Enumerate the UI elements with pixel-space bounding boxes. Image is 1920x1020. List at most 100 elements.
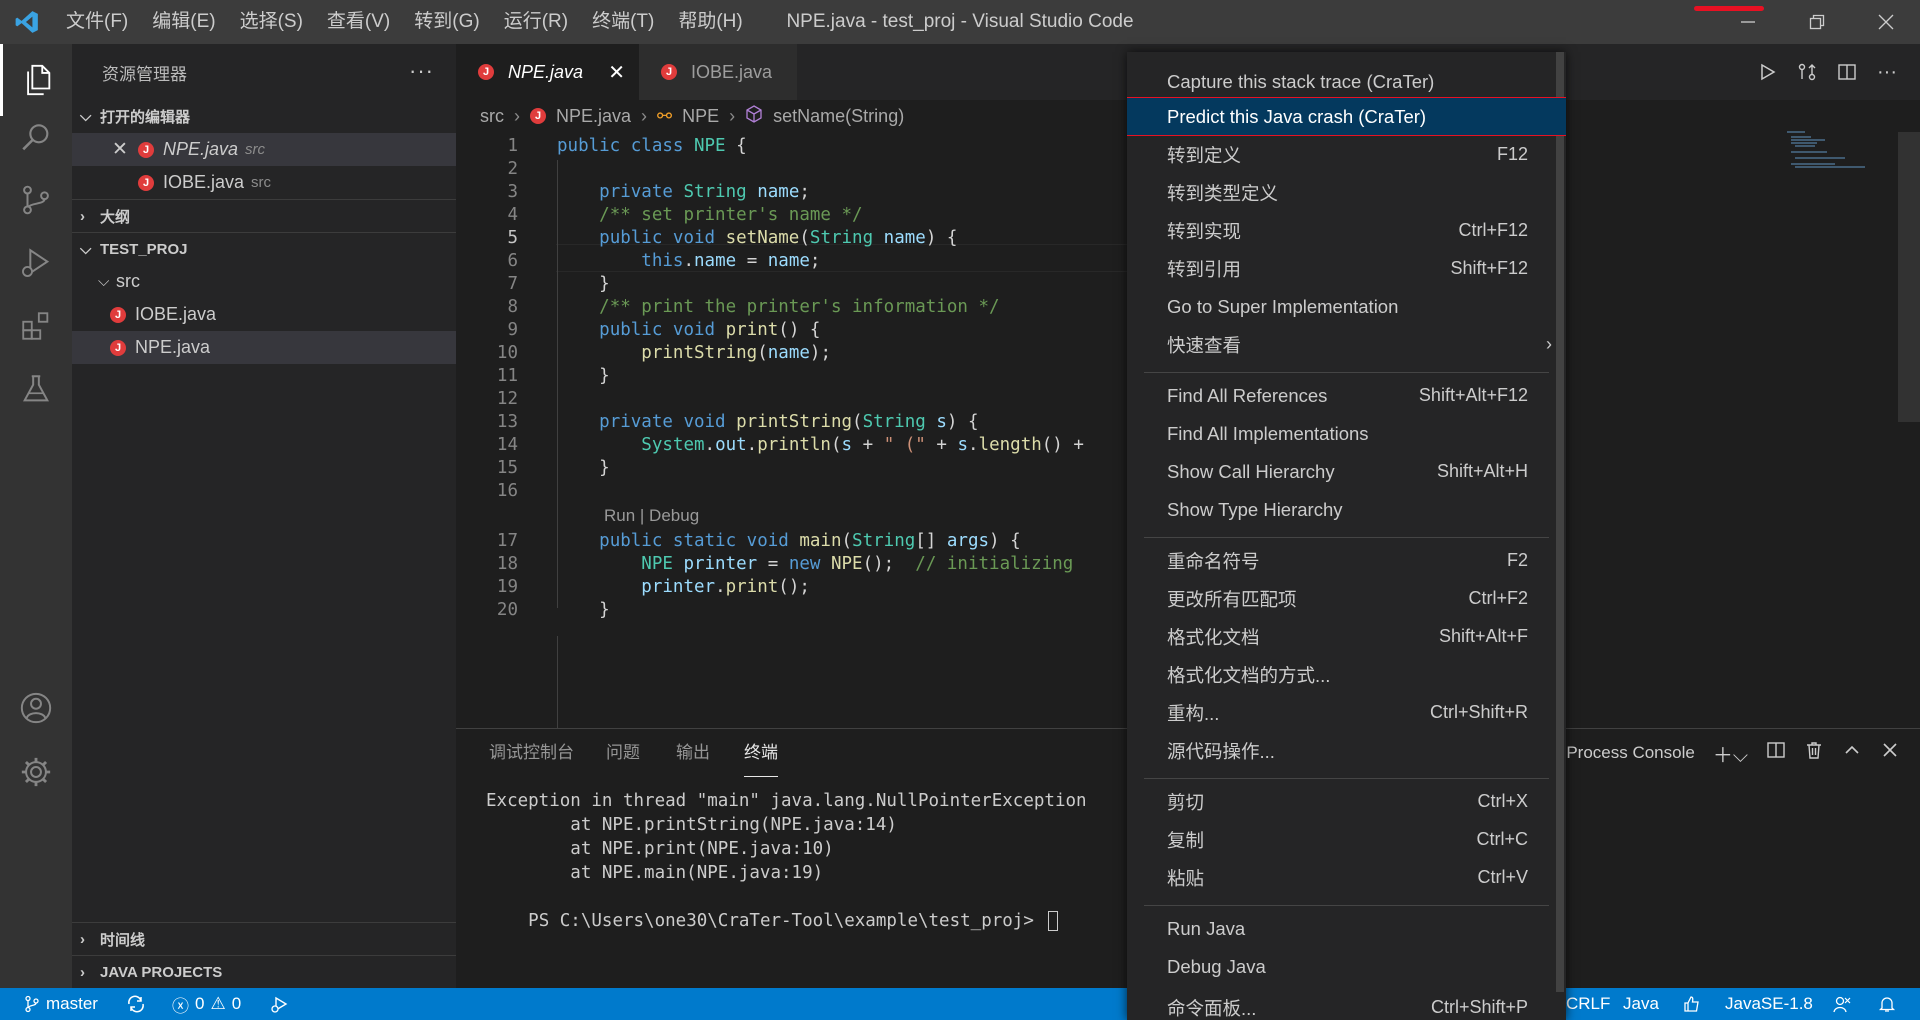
- project-header[interactable]: ⌵ TEST_PROJ: [72, 232, 456, 265]
- menu-item-format-document[interactable]: 格式化文档 Shift+Alt+F: [1127, 618, 1566, 655]
- terminal-line: at NPE.main(NPE.java:19): [486, 863, 824, 883]
- menu-file[interactable]: 文件(F): [54, 0, 140, 44]
- menu-item-go-to-type-definition[interactable]: 转到类型定义: [1127, 174, 1566, 211]
- testing-activity[interactable]: [0, 353, 72, 425]
- menu-run[interactable]: 运行(R): [492, 0, 580, 44]
- language-item[interactable]: Java: [1623, 988, 1659, 1020]
- panel-actions: Process Console ＋⌵: [1566, 729, 1900, 777]
- menu-item-cut[interactable]: 剪切 Ctrl+X: [1127, 783, 1566, 820]
- minimize-button[interactable]: [1713, 0, 1782, 44]
- menu-item-show-type-hierarchy[interactable]: Show Type Hierarchy: [1127, 491, 1566, 528]
- menu-item-run-java[interactable]: Run Java: [1127, 910, 1566, 947]
- run-icon[interactable]: [1754, 59, 1780, 85]
- menu-item-source-action[interactable]: 源代码操作...: [1127, 732, 1566, 769]
- menu-item-find-all-implementations[interactable]: Find All Implementations: [1127, 415, 1566, 452]
- restore-button[interactable]: [1782, 0, 1851, 44]
- menu-item-label: 格式化文档的方式...: [1167, 664, 1331, 686]
- menu-help[interactable]: 帮助(H): [666, 0, 754, 44]
- open-editor-iobe[interactable]: J IOBE.java src: [72, 166, 456, 199]
- menu-item-go-to-implementation[interactable]: 转到实现 Ctrl+F12: [1127, 212, 1566, 249]
- jdk-item[interactable]: JavaSE-1.8: [1725, 988, 1813, 1020]
- minimize-icon: [1740, 21, 1755, 23]
- class-icon: ⚯: [657, 105, 673, 126]
- compare-icon[interactable]: [1794, 59, 1820, 85]
- debug-item[interactable]: [270, 988, 290, 1020]
- outline-header[interactable]: › 大纲: [72, 199, 456, 232]
- close-window-button[interactable]: [1851, 0, 1920, 44]
- menu-item-label: Find All Implementations: [1167, 422, 1369, 444]
- menu-item-paste[interactable]: 粘贴 Ctrl+V: [1127, 859, 1566, 896]
- menu-item-peek[interactable]: 快速查看 ›: [1127, 326, 1566, 363]
- java-file-icon: J: [661, 64, 677, 80]
- accounts-item[interactable]: [1832, 988, 1852, 1020]
- menu-item-show-call-hierarchy[interactable]: Show Call Hierarchy Shift+Alt+H: [1127, 453, 1566, 490]
- source-control-activity[interactable]: [0, 164, 72, 236]
- run-debug-activity[interactable]: [0, 227, 72, 299]
- sync-item[interactable]: [126, 988, 146, 1020]
- tab-output[interactable]: 输出: [676, 729, 710, 777]
- timeline-header[interactable]: › 时间线: [72, 922, 456, 955]
- open-editor-npe[interactable]: ✕ J NPE.java src: [72, 133, 456, 166]
- close-panel-icon[interactable]: [1880, 740, 1900, 766]
- menu-terminal[interactable]: 终端(T): [580, 0, 666, 44]
- menu-item-debug-java[interactable]: Debug Java: [1127, 948, 1566, 985]
- trash-icon[interactable]: [1804, 740, 1824, 766]
- feedback-item[interactable]: [1682, 988, 1702, 1020]
- add-terminal-icon[interactable]: ＋⌵: [1713, 739, 1748, 768]
- manage-activity[interactable]: [0, 736, 72, 808]
- timeline-label: 时间线: [100, 931, 146, 949]
- account-icon: [20, 692, 52, 724]
- java-file-icon: J: [530, 108, 546, 124]
- menu-selection[interactable]: 选择(S): [228, 0, 315, 44]
- breadcrumb-src[interactable]: src: [480, 106, 504, 127]
- menu-item-change-all-occurrences[interactable]: 更改所有匹配项 Ctrl+F2: [1127, 580, 1566, 617]
- editor-scrollbar[interactable]: [1898, 132, 1920, 422]
- menu-item-go-to-references[interactable]: 转到引用 Shift+F12: [1127, 250, 1566, 287]
- maximize-panel-icon[interactable]: [1842, 740, 1862, 766]
- notifications-item[interactable]: [1878, 988, 1896, 1020]
- menu-item-capture-stack-trace[interactable]: Capture this stack trace (CraTer): [1127, 63, 1566, 100]
- process-console-select[interactable]: Process Console: [1566, 743, 1695, 763]
- menu-item-go-to-definition[interactable]: 转到定义 F12: [1127, 136, 1566, 173]
- eol-item[interactable]: CRLF: [1566, 988, 1610, 1020]
- accounts-activity[interactable]: [0, 672, 72, 744]
- menu-item-copy[interactable]: 复制 Ctrl+C: [1127, 821, 1566, 858]
- menu-view[interactable]: 查看(V): [315, 0, 402, 44]
- folder-src[interactable]: ⌵ src: [72, 265, 456, 298]
- close-editor-icon[interactable]: ✕: [112, 138, 128, 161]
- tab-iobe-java[interactable]: J IOBE.java: [639, 44, 797, 100]
- menu-edit[interactable]: 编辑(E): [140, 0, 227, 44]
- file-npe[interactable]: J NPE.java: [72, 331, 456, 364]
- menu-item-refactor[interactable]: 重构... Ctrl+Shift+R: [1127, 694, 1566, 731]
- split-editor-icon[interactable]: [1834, 59, 1860, 85]
- git-branch-item[interactable]: master: [24, 988, 98, 1020]
- tab-npe-java[interactable]: J NPE.java ✕: [456, 44, 639, 100]
- java-projects-header[interactable]: › JAVA PROJECTS: [72, 955, 456, 988]
- file-iobe[interactable]: J IOBE.java: [72, 298, 456, 331]
- menu-item-rename-symbol[interactable]: 重命名符号 F2: [1127, 542, 1566, 579]
- problems-item[interactable]: ⓧ 0 ⚠ 0: [172, 988, 241, 1020]
- breadcrumb-file[interactable]: NPE.java: [556, 106, 631, 127]
- close-tab-icon[interactable]: ✕: [608, 60, 625, 85]
- menu-item-command-palette[interactable]: 命令面板... Ctrl+Shift+P: [1127, 989, 1566, 1020]
- menu-item-go-to-super-implementation[interactable]: Go to Super Implementation: [1127, 288, 1566, 325]
- breadcrumb-class[interactable]: NPE: [682, 106, 719, 127]
- minimap[interactable]: [1785, 128, 1905, 188]
- menu-item-predict-java-crash[interactable]: Predict this Java crash (CraTer): [1127, 97, 1566, 136]
- menu-item-label: 转到引用: [1167, 258, 1242, 280]
- menu-item-find-all-references[interactable]: Find All References Shift+Alt+F12: [1127, 377, 1566, 414]
- menu-go[interactable]: 转到(G): [402, 0, 491, 44]
- more-actions-icon[interactable]: ···: [409, 58, 434, 84]
- tab-terminal[interactable]: 终端: [744, 729, 778, 777]
- more-actions-icon[interactable]: ···: [1874, 59, 1900, 85]
- codelens-run-debug[interactable]: Run | Debug: [604, 502, 699, 530]
- terminal-prompt-line[interactable]: PS C:\Users\one30\CraTer-Tool\example\te…: [486, 885, 1059, 957]
- debug-icon: [271, 996, 288, 1013]
- menu-item-format-document-with[interactable]: 格式化文档的方式...: [1127, 656, 1566, 693]
- extensions-activity[interactable]: [0, 290, 72, 362]
- split-terminal-icon[interactable]: [1766, 740, 1786, 766]
- open-editors-header[interactable]: ⌵ 打开的编辑器: [72, 100, 456, 133]
- tab-debug-console[interactable]: 调试控制台: [489, 729, 574, 777]
- tab-problems[interactable]: 问题: [606, 729, 640, 777]
- breadcrumb-method[interactable]: setName(String): [773, 106, 904, 127]
